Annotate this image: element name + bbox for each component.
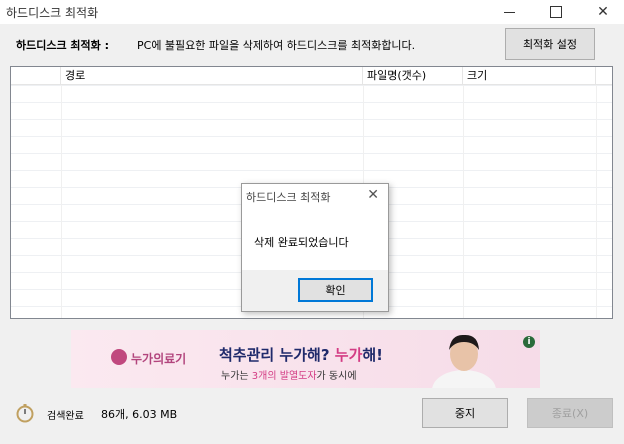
- ad-brand: 누가의료기: [131, 352, 187, 366]
- header-label: 하드디스크 최적화 :: [16, 39, 110, 52]
- ad-sub-prefix: 누가는: [221, 371, 249, 382]
- table-header: 경로 파일명(갯수) 크기: [11, 67, 612, 85]
- column-header-path[interactable]: 경로: [61, 67, 363, 85]
- ok-button[interactable]: 확인: [298, 278, 373, 302]
- ad-headline-brand: 누가: [334, 346, 363, 364]
- ad-headline: 척추관리 누가해? 누가해!: [219, 344, 383, 365]
- column-divider: [596, 85, 597, 318]
- column-divider: [463, 85, 464, 318]
- status-label: 검색완료: [47, 411, 84, 422]
- dialog-close-icon[interactable]: ✕: [367, 187, 379, 203]
- dialog-title: 하드디스크 최적화: [246, 191, 331, 204]
- completion-dialog: 하드디스크 최적화 ✕ 삭제 완료되었습니다 확인: [241, 183, 389, 312]
- close-icon[interactable]: ✕: [580, 0, 624, 24]
- ad-sub-highlight: 3개의 발열도자: [251, 371, 317, 382]
- ad-model-image: [432, 334, 496, 388]
- status-count: 86개, 6.03 MB: [101, 408, 178, 421]
- title-bar: 하드디스크 최적화 ✕: [0, 0, 624, 24]
- dialog-footer: 확인: [242, 270, 388, 311]
- stop-button[interactable]: 중지: [422, 398, 508, 428]
- ad-info-icon[interactable]: i: [523, 336, 535, 348]
- column-header-filename[interactable]: 파일명(갯수): [363, 67, 463, 85]
- exit-button[interactable]: 종료(X): [527, 398, 613, 428]
- minimize-icon[interactable]: [486, 0, 532, 24]
- ad-sub-suffix: 가 동시에: [316, 371, 357, 382]
- ad-headline-suffix: 해!: [362, 346, 384, 364]
- column-header-select[interactable]: [11, 67, 61, 85]
- ad-subtext: 누가는 3개의 발열도자가 동시에: [221, 367, 357, 382]
- column-header-size[interactable]: 크기: [463, 67, 596, 85]
- dialog-message: 삭제 완료되었습니다: [254, 236, 349, 249]
- window-title: 하드디스크 최적화: [6, 6, 99, 20]
- optimize-settings-button[interactable]: 최적화 설정: [505, 28, 595, 60]
- header-description: PC에 불필요한 파일을 삭제하여 하드디스크를 최적화합니다.: [137, 39, 416, 52]
- maximize-icon[interactable]: [533, 0, 579, 24]
- ad-banner[interactable]: 누가의료기 척추관리 누가해? 누가해! 누가는 3개의 발열도자가 동시에 i: [71, 330, 540, 388]
- timer-icon: [16, 404, 34, 423]
- ad-headline-prefix: 척추관리 누가해?: [219, 346, 330, 364]
- column-divider: [61, 85, 62, 318]
- brand-logo-icon: [111, 349, 127, 365]
